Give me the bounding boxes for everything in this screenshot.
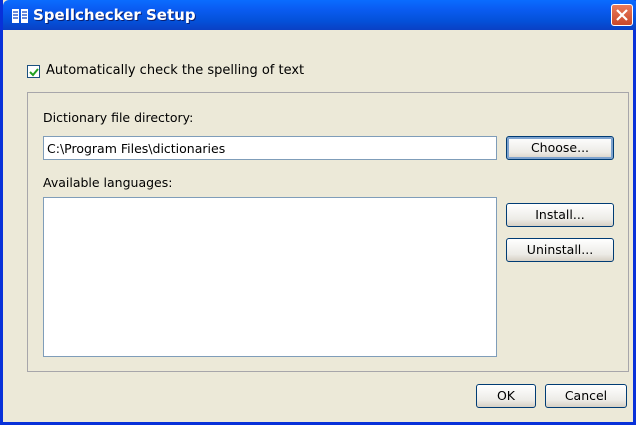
close-button[interactable] bbox=[611, 4, 633, 26]
checkmark-icon bbox=[29, 68, 39, 77]
auto-check-label: Automatically check the spelling of text bbox=[46, 63, 305, 78]
window-title: Spellchecker Setup bbox=[33, 6, 196, 24]
available-languages-label: Available languages: bbox=[43, 175, 173, 190]
close-icon bbox=[616, 9, 628, 21]
title-bar[interactable]: Spellchecker Setup bbox=[3, 0, 636, 30]
spellchecker-app-icon bbox=[11, 7, 29, 25]
auto-check-checkbox[interactable] bbox=[27, 65, 40, 78]
cancel-button[interactable]: Cancel bbox=[545, 384, 627, 408]
choose-button[interactable]: Choose... bbox=[506, 136, 614, 160]
dialog-window: Spellchecker Setup Automatically check t… bbox=[0, 0, 636, 425]
languages-list[interactable] bbox=[43, 197, 497, 357]
dictionary-dir-field[interactable]: C:\Program Files\dictionaries bbox=[43, 136, 497, 160]
install-button[interactable]: Install... bbox=[506, 203, 614, 227]
settings-panel: Dictionary file directory: C:\Program Fi… bbox=[27, 92, 629, 372]
uninstall-button[interactable]: Uninstall... bbox=[506, 238, 614, 262]
ok-button[interactable]: OK bbox=[476, 384, 536, 408]
dictionary-dir-label: Dictionary file directory: bbox=[43, 110, 194, 125]
